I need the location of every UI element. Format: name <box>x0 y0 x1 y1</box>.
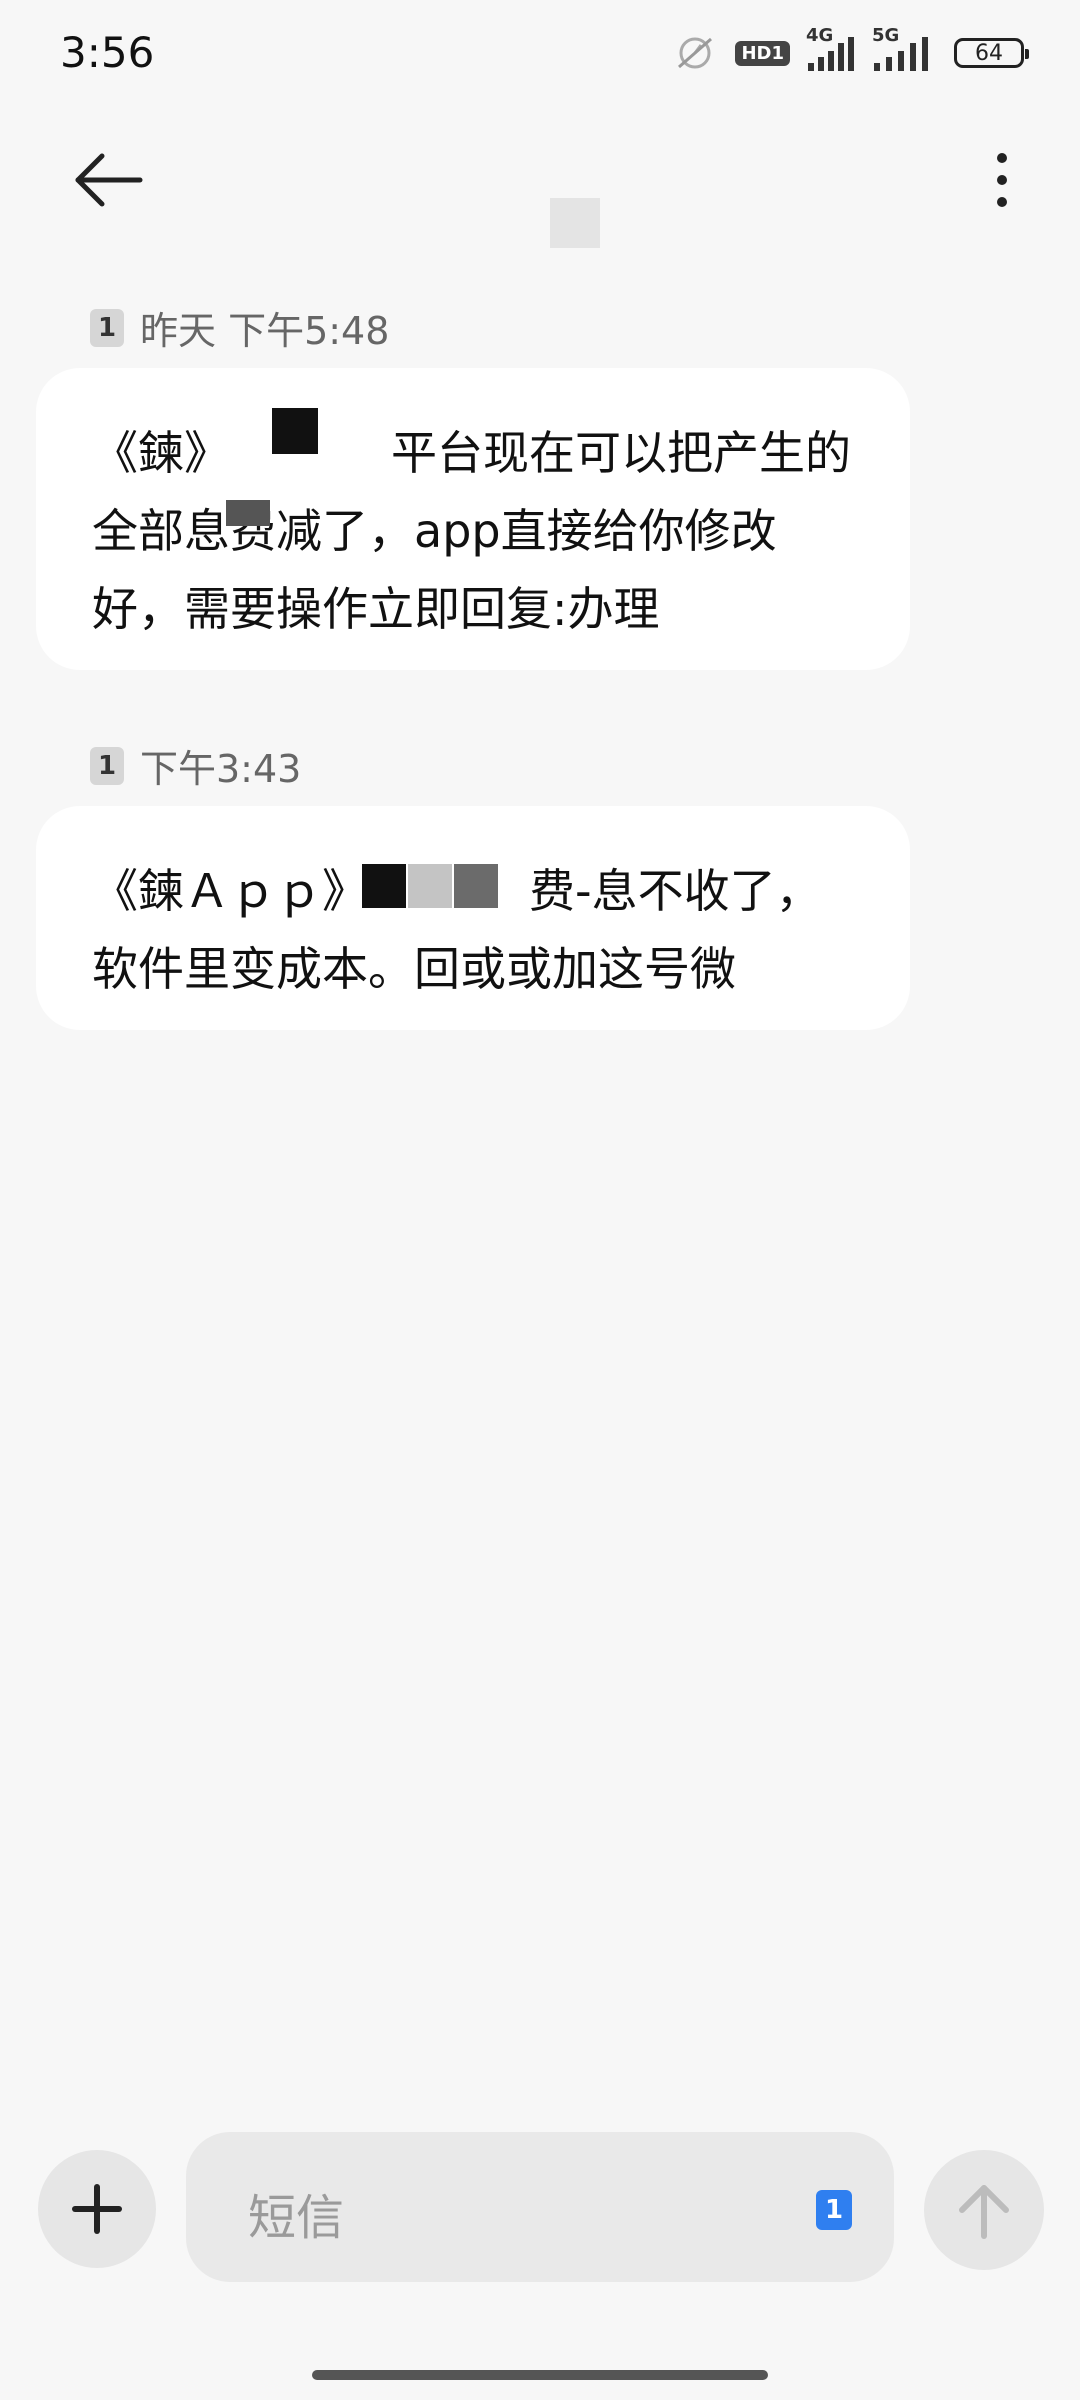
battery-icon: 64 <box>954 38 1029 68</box>
redaction-block <box>454 864 498 908</box>
plus-icon <box>72 2184 122 2234</box>
redaction-block <box>272 408 318 454</box>
sim-badge: 1 <box>90 746 124 785</box>
contact-avatar[interactable] <box>550 198 600 248</box>
status-time: 3:56 <box>60 28 155 77</box>
alarm-icon <box>671 31 719 75</box>
message-text: 《鍊》 平台现在可以把产生的全部息费减了，app直接给你修改好，需要操作立即回复… <box>92 426 851 636</box>
redaction-block <box>362 864 406 908</box>
message-meta: 1 昨天 下午5:48 <box>90 300 389 355</box>
message-meta: 1 下午3:43 <box>90 738 301 793</box>
signal-icon-4g: 4G <box>806 25 856 73</box>
hd-badge: HD1 <box>735 40 790 66</box>
signal-icon-5g: 5G <box>872 25 938 73</box>
message-input-placeholder: 短信 <box>248 2190 345 2246</box>
more-options-button[interactable] <box>972 140 1032 220</box>
network-label-4g: 4G <box>806 25 834 46</box>
send-button[interactable] <box>924 2150 1044 2270</box>
message-time: 下午3:43 <box>140 747 302 791</box>
network-label-5g: 5G <box>872 25 900 46</box>
sim-select-button[interactable]: 1 <box>816 2190 852 2230</box>
add-attachment-button[interactable] <box>38 2150 156 2268</box>
vertical-dots-icon <box>997 153 1007 207</box>
sim-badge: 1 <box>90 308 124 347</box>
status-icons: HD1 4G 5G 64 <box>671 25 1029 76</box>
arrow-left-icon <box>75 153 143 207</box>
message-input[interactable]: 短信 1 <box>186 2132 894 2282</box>
arrow-up-icon <box>959 2185 1009 2239</box>
message-bubble[interactable]: 《鍊》 平台现在可以把产生的全部息费减了，app直接给你修改好，需要操作立即回复… <box>36 368 910 670</box>
redaction-block <box>408 864 452 908</box>
back-button[interactable] <box>72 140 172 220</box>
home-indicator[interactable] <box>312 2370 768 2380</box>
redaction-block <box>226 500 270 526</box>
message-bubble[interactable]: 《鍊Ａｐｐ》 费-息不收了，软件里变成本。回或或加这号微 <box>36 806 910 1030</box>
status-bar: 3:56 HD1 4G 5G 64 <box>0 0 1080 110</box>
message-time: 昨天 下午5:48 <box>140 309 390 353</box>
battery-level: 64 <box>975 40 1003 66</box>
